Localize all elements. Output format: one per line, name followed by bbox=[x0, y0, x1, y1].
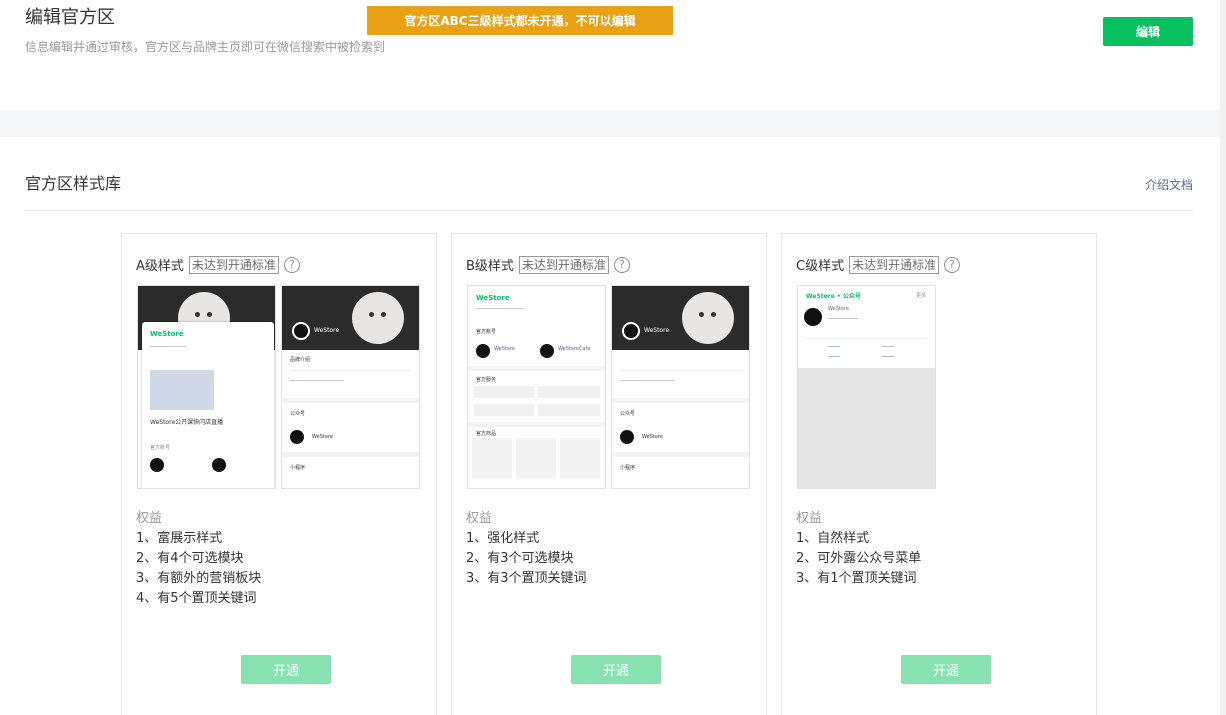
preview-image-b2: WeStore ────────────────── 公众号 WeStore 小… bbox=[611, 285, 750, 489]
doc-link[interactable]: 介绍文档 bbox=[1145, 176, 1193, 193]
preview-brand-cafe: WeStoreCafe bbox=[558, 346, 591, 352]
preview-brand: WeStore bbox=[644, 327, 670, 334]
preview-image-a1: WeStore ──────────── WeStore公开课快闪店直播 官方账… bbox=[137, 285, 276, 489]
open-button[interactable]: 开通 bbox=[571, 655, 661, 684]
style-card-c: C级样式 未达到开通标准 ? WeStore • 公众号 更多 WeStore … bbox=[781, 233, 1097, 715]
card-header: B级样式 未达到开通标准 ? bbox=[466, 255, 630, 274]
preview-images: WeStore • 公众号 更多 WeStore ────────── ────… bbox=[797, 285, 936, 489]
preview-section-label: 官方账号 bbox=[150, 445, 171, 451]
preview-section-label: 官方服务 bbox=[476, 377, 497, 383]
status-tag: 未达到开通标准 bbox=[518, 255, 609, 274]
help-icon[interactable]: ? bbox=[283, 256, 300, 273]
preview-image-c1: WeStore • 公众号 更多 WeStore ────────── ────… bbox=[797, 285, 936, 489]
benefits-list: 权益 1、富展示样式 2、有4个可选模块 3、有额外的营销板块 4、有5个置顶关… bbox=[136, 509, 261, 609]
preview-brand-header: WeStore • 公众号 bbox=[806, 293, 861, 300]
preview-images: WeStore ──────────── WeStore公开课快闪店直播 官方账… bbox=[137, 285, 420, 489]
benefits-list: 权益 1、强化样式 2、有3个可选模块 3、有3个置顶关键词 bbox=[466, 509, 587, 589]
library-title: 官方区样式库 bbox=[25, 174, 122, 193]
preview-live-title: WeStore公开课快闪店直播 bbox=[150, 419, 224, 426]
preview-section-label: 小程序 bbox=[290, 465, 306, 471]
preview-section-label: 品牌介绍 bbox=[290, 357, 311, 363]
card-header: C级样式 未达到开通标准 ? bbox=[796, 255, 961, 274]
warning-banner: 官方区ABC三级样式都未开通，不可以编辑 bbox=[367, 6, 673, 35]
style-card-a: A级样式 未达到开通标准 ? WeStore ──────────── WeSt… bbox=[121, 233, 437, 715]
preview-brand: WeStore bbox=[642, 434, 663, 440]
preview-brand: WeStore bbox=[314, 327, 340, 334]
preview-section-label: 官方账号 bbox=[476, 329, 497, 335]
page-description: 信息编辑并通过审核，官方区与品牌主页即可在微信搜索中被检索到 bbox=[25, 40, 386, 54]
status-tag: 未达到开通标准 bbox=[849, 255, 940, 274]
scrollbar[interactable] bbox=[1220, 0, 1226, 715]
benefit-item: 3、有额外的营销板块 bbox=[136, 571, 262, 586]
benefits-list: 权益 1、自然样式 2、可外露公众号菜单 3、有1个置顶关键词 bbox=[796, 509, 921, 589]
status-tag: 未达到开通标准 bbox=[188, 255, 279, 274]
benefits-title: 权益 bbox=[136, 511, 163, 526]
help-icon[interactable]: ? bbox=[613, 256, 630, 273]
benefit-item: 4、有5个置顶关键词 bbox=[136, 591, 257, 606]
header-section: 编辑官方区 信息编辑并通过审核，官方区与品牌主页即可在微信搜索中被检索到 官方区… bbox=[0, 0, 1220, 110]
benefit-item: 2、有4个可选模块 bbox=[136, 551, 244, 566]
preview-section-label: 官方商品 bbox=[476, 431, 497, 437]
card-header: A级样式 未达到开通标准 ? bbox=[136, 255, 300, 274]
help-icon[interactable]: ? bbox=[944, 256, 961, 273]
preview-brand: WeStore bbox=[828, 306, 849, 312]
style-card-b: B级样式 未达到开通标准 ? WeStore ──────────────── … bbox=[451, 233, 767, 715]
benefit-item: 1、强化样式 bbox=[466, 531, 540, 546]
preview-section-label: 公众号 bbox=[620, 411, 636, 417]
preview-images: WeStore ──────────────── 官方账号 WeStore We… bbox=[467, 285, 750, 489]
benefit-item: 1、自然样式 bbox=[796, 531, 870, 546]
open-button[interactable]: 开通 bbox=[241, 655, 331, 684]
preview-brand: WeStore bbox=[312, 434, 333, 440]
page-title: 编辑官方区 bbox=[25, 7, 115, 28]
preview-more: 更多 bbox=[916, 293, 927, 299]
benefit-item: 2、可外露公众号菜单 bbox=[796, 551, 922, 566]
preview-section-label: 公众号 bbox=[290, 411, 306, 417]
preview-image-a2: WeStore 品牌介绍 ────────────────── 公众号 WeSt… bbox=[281, 285, 420, 489]
preview-brand: WeStore bbox=[494, 346, 515, 352]
benefit-item: 2、有3个可选模块 bbox=[466, 551, 574, 566]
section-gap bbox=[0, 110, 1220, 137]
edit-button[interactable]: 编辑 bbox=[1103, 17, 1193, 46]
benefits-title: 权益 bbox=[796, 511, 823, 526]
library-divider bbox=[25, 210, 1193, 211]
preview-section-label: 小程序 bbox=[620, 465, 636, 471]
preview-brand: WeStore bbox=[476, 294, 510, 302]
benefits-title: 权益 bbox=[466, 511, 493, 526]
card-title: A级样式 bbox=[136, 259, 184, 274]
preview-brand: WeStore bbox=[150, 330, 184, 338]
card-title: C级样式 bbox=[796, 259, 845, 274]
preview-image-b1: WeStore ──────────────── 官方账号 WeStore We… bbox=[467, 285, 606, 489]
benefit-item: 1、富展示样式 bbox=[136, 531, 223, 546]
benefit-item: 3、有1个置顶关键词 bbox=[796, 571, 917, 586]
benefit-item: 3、有3个置顶关键词 bbox=[466, 571, 587, 586]
card-title: B级样式 bbox=[466, 259, 514, 274]
open-button[interactable]: 开通 bbox=[901, 655, 991, 684]
